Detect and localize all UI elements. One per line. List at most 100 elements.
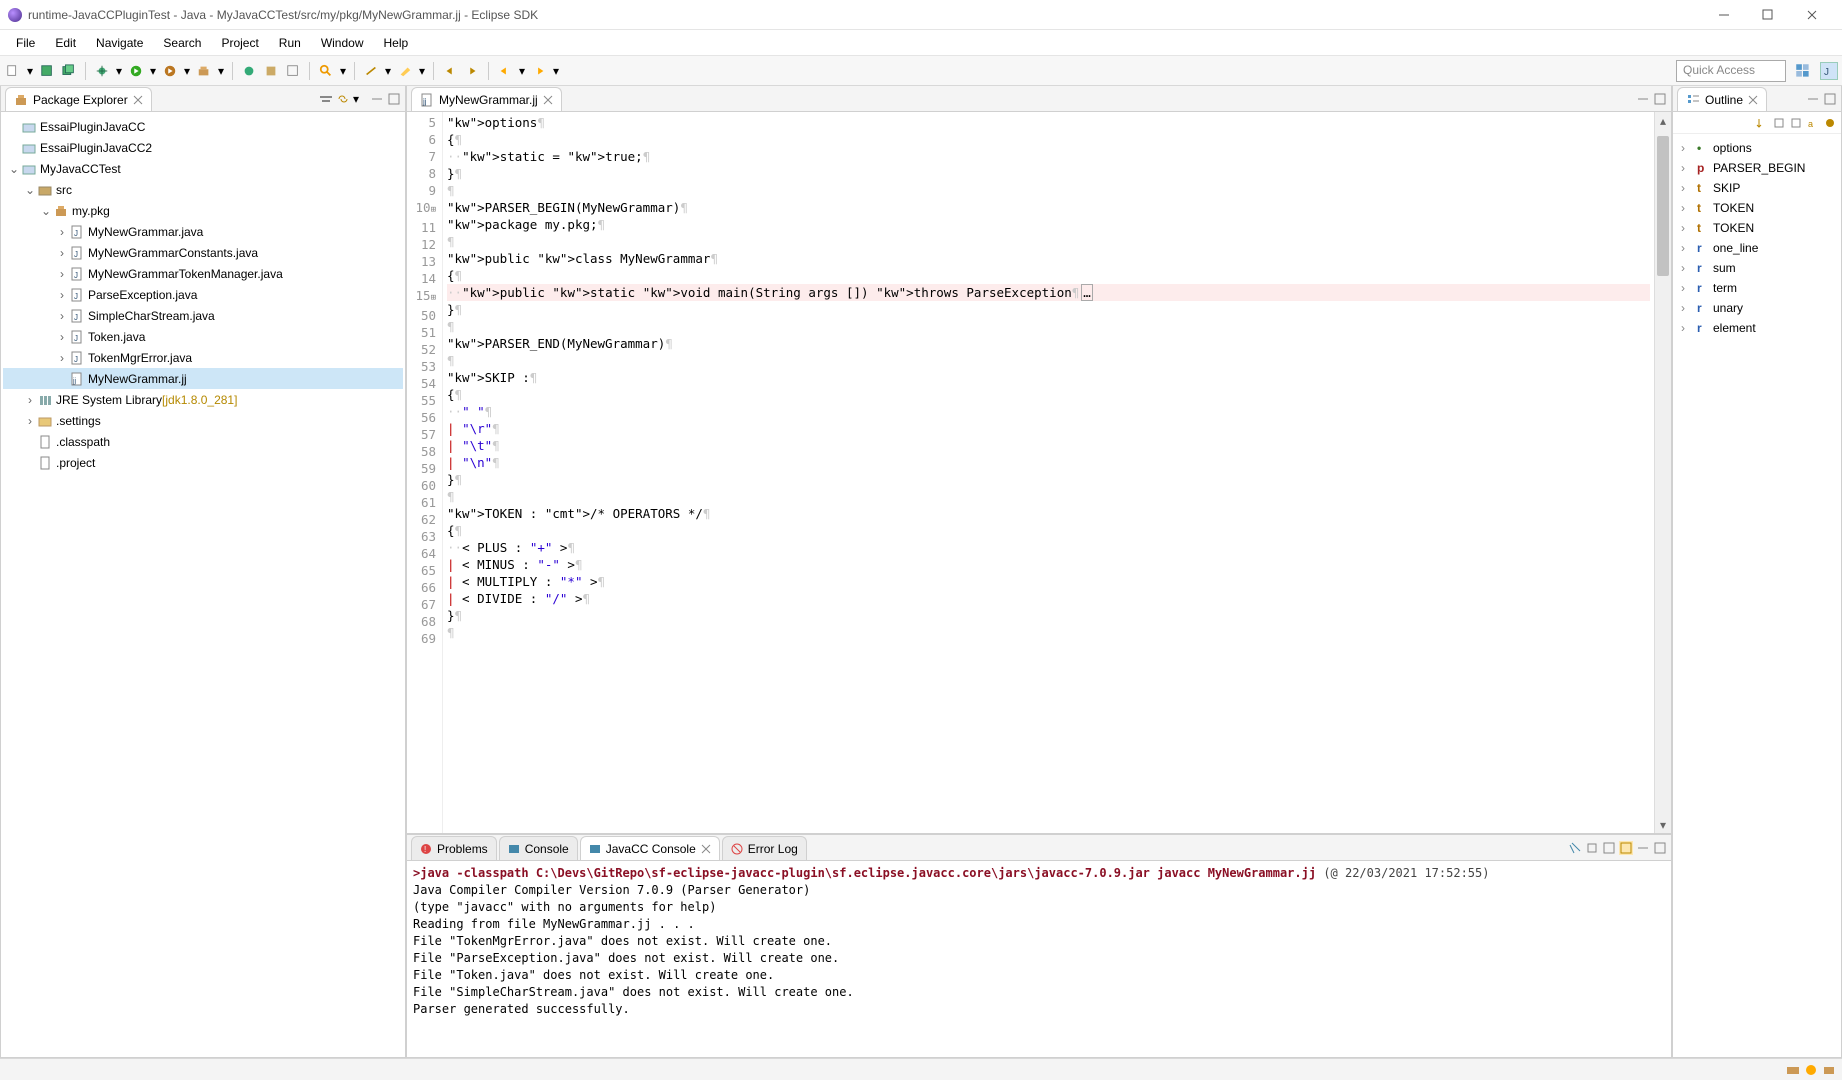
line-gutter[interactable]: 5678910⊞1112131415⊞505152535455565758596…	[407, 112, 443, 833]
quick-access-input[interactable]: Quick Access	[1676, 60, 1786, 82]
bottom-tab-javacc-console[interactable]: JavaCC Console	[580, 836, 720, 860]
new-project-button[interactable]	[262, 62, 280, 80]
outline-item[interactable]: ›runary	[1675, 298, 1839, 318]
search-button[interactable]	[317, 62, 335, 80]
filter-button-4[interactable]	[1823, 116, 1837, 130]
code-editor[interactable]: "kw">options¶{¶··"kw">static = "kw">true…	[443, 112, 1654, 833]
menu-search[interactable]: Search	[153, 33, 211, 53]
run-last-button[interactable]	[161, 62, 179, 80]
status-icon-3[interactable]	[1822, 1063, 1836, 1077]
pin-console-button[interactable]	[1585, 841, 1599, 855]
outline-item[interactable]: ›tTOKEN	[1675, 198, 1839, 218]
view-menu-button[interactable]: ▾	[353, 92, 367, 106]
outline-item[interactable]: ›rterm	[1675, 278, 1839, 298]
minimize-outline-button[interactable]	[1806, 92, 1820, 106]
editor-scrollbar[interactable]: ▴ ▾	[1654, 112, 1671, 833]
outline-item[interactable]: ›tSKIP	[1675, 178, 1839, 198]
filter-button-2[interactable]	[1789, 116, 1803, 130]
outline-item[interactable]: ›pPARSER_BEGIN	[1675, 158, 1839, 178]
annotation-dropdown[interactable]: ▾	[418, 64, 426, 78]
tree-item[interactable]: ›JMyNewGrammar.java	[3, 221, 403, 242]
status-icon-1[interactable]	[1786, 1063, 1800, 1077]
outline-tree[interactable]: ›•options›pPARSER_BEGIN›tSKIP›tTOKEN›tTO…	[1673, 134, 1841, 1057]
maximize-outline-button[interactable]	[1823, 92, 1837, 106]
tree-item[interactable]: jjMyNewGrammar.jj	[3, 368, 403, 389]
next-edit-button[interactable]	[463, 62, 481, 80]
new-dropdown[interactable]: ▾	[26, 64, 34, 78]
close-icon[interactable]	[543, 95, 553, 105]
run-dropdown[interactable]: ▾	[149, 64, 157, 78]
sort-button[interactable]	[1755, 116, 1769, 130]
bottom-tab-error-log[interactable]: Error Log	[722, 836, 807, 860]
maximize-bottom-button[interactable]	[1653, 841, 1667, 855]
outline-item[interactable]: ›rsum	[1675, 258, 1839, 278]
forward-dropdown[interactable]: ▾	[552, 64, 560, 78]
tree-item[interactable]: ›JTokenMgrError.java	[3, 347, 403, 368]
tree-item[interactable]: ⌄MyJavaCCTest	[3, 158, 403, 179]
search-dropdown[interactable]: ▾	[339, 64, 347, 78]
maximize-editor-button[interactable]	[1653, 92, 1667, 106]
minimize-button[interactable]	[1702, 1, 1746, 29]
open-perspective-button[interactable]	[1794, 62, 1812, 80]
tree-item[interactable]: ⌄my.pkg	[3, 200, 403, 221]
outline-item[interactable]: ›•options	[1675, 138, 1839, 158]
clear-console-button[interactable]	[1568, 841, 1582, 855]
back-dropdown[interactable]: ▾	[518, 64, 526, 78]
run-last-dropdown[interactable]: ▾	[183, 64, 191, 78]
minimize-editor-button[interactable]	[1636, 92, 1650, 106]
tree-item[interactable]: ⌄src	[3, 179, 403, 200]
link-editor-button[interactable]	[336, 92, 350, 106]
close-button[interactable]	[1790, 1, 1834, 29]
menu-run[interactable]: Run	[269, 33, 311, 53]
console-output[interactable]: >java -classpath C:\Devs\GitRepo\sf-ecli…	[407, 861, 1671, 1057]
minimize-view-button[interactable]	[370, 92, 384, 106]
menu-project[interactable]: Project	[211, 33, 268, 53]
prev-edit-button[interactable]	[441, 62, 459, 80]
tree-item[interactable]: .project	[3, 452, 403, 473]
tree-item[interactable]: ›JMyNewGrammarTokenManager.java	[3, 263, 403, 284]
new-package-dropdown[interactable]: ▾	[217, 64, 225, 78]
editor-tab[interactable]: jj MyNewGrammar.jj	[411, 87, 562, 111]
new-package-button[interactable]	[195, 62, 213, 80]
bottom-tab-problems[interactable]: !Problems	[411, 836, 497, 860]
outline-item[interactable]: ›tTOKEN	[1675, 218, 1839, 238]
collapse-all-button[interactable]	[319, 92, 333, 106]
open-type-button[interactable]	[284, 62, 302, 80]
save-all-button[interactable]	[60, 62, 78, 80]
tree-item[interactable]: ›JParseException.java	[3, 284, 403, 305]
tree-item[interactable]: EssaiPluginJavaCC	[3, 116, 403, 137]
debug-dropdown[interactable]: ▾	[115, 64, 123, 78]
annotation-button[interactable]	[396, 62, 414, 80]
menu-window[interactable]: Window	[311, 33, 374, 53]
close-icon[interactable]	[133, 95, 143, 105]
menu-navigate[interactable]: Navigate	[86, 33, 153, 53]
new-class-button[interactable]	[240, 62, 258, 80]
toggle-mark-button[interactable]	[362, 62, 380, 80]
tree-item[interactable]: ›JRE System Library [jdk1.8.0_281]	[3, 389, 403, 410]
menu-edit[interactable]: Edit	[45, 33, 86, 53]
outline-item[interactable]: ›rone_line	[1675, 238, 1839, 258]
scroll-thumb[interactable]	[1657, 136, 1669, 276]
tree-item[interactable]: EssaiPluginJavaCC2	[3, 137, 403, 158]
package-explorer-tab[interactable]: Package Explorer	[5, 87, 152, 111]
maximize-view-button[interactable]	[387, 92, 401, 106]
maximize-button[interactable]	[1746, 1, 1790, 29]
tree-item[interactable]: ›JMyNewGrammarConstants.java	[3, 242, 403, 263]
outline-item[interactable]: ›relement	[1675, 318, 1839, 338]
tree-item[interactable]: ›.settings	[3, 410, 403, 431]
status-icon-2[interactable]	[1804, 1063, 1818, 1077]
java-perspective-button[interactable]: J	[1820, 62, 1838, 80]
forward-button[interactable]	[530, 62, 548, 80]
bottom-tab-console[interactable]: Console	[499, 836, 578, 860]
filter-button-1[interactable]	[1772, 116, 1786, 130]
minimize-bottom-button[interactable]	[1636, 841, 1650, 855]
scroll-up-button[interactable]: ▴	[1655, 112, 1671, 129]
filter-button-3[interactable]: a	[1806, 116, 1820, 130]
run-button[interactable]	[127, 62, 145, 80]
close-icon[interactable]	[1748, 95, 1758, 105]
tree-item[interactable]: ›JSimpleCharStream.java	[3, 305, 403, 326]
save-button[interactable]	[38, 62, 56, 80]
new-button[interactable]	[4, 62, 22, 80]
debug-button[interactable]	[93, 62, 111, 80]
display-selected-button[interactable]	[1602, 841, 1616, 855]
